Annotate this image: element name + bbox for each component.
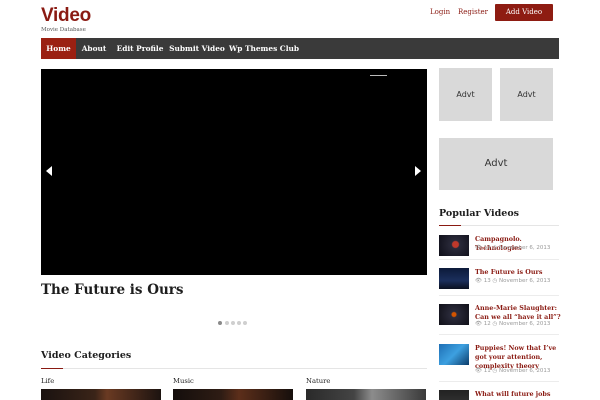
video-date: November 6, 2013 [499, 368, 551, 374]
video-thumbnail[interactable] [439, 304, 469, 325]
advertisement-small[interactable]: Advt [439, 68, 492, 121]
popular-video-title[interactable]: Puppies! Now that I’ve got your attentio… [475, 344, 561, 371]
item-divider [439, 295, 559, 296]
slider-dot[interactable] [243, 321, 247, 325]
clock-icon: ◷ [492, 368, 498, 374]
slide-title[interactable]: The Future is Ours [41, 282, 183, 298]
video-meta: 👁 11 ◷ November 6, 2013 [475, 368, 550, 374]
slider-dot[interactable] [231, 321, 235, 325]
video-meta: 👁 13 ◷ November 6, 2013 [475, 278, 550, 284]
slider-dot[interactable] [218, 321, 222, 325]
popular-videos-heading: Popular Videos [439, 208, 520, 219]
view-count: 14 [483, 245, 491, 251]
clock-icon: ◷ [492, 278, 498, 284]
video-thumbnail[interactable] [439, 390, 469, 400]
view-count: 11 [483, 368, 491, 374]
video-date: November 6, 2013 [499, 278, 551, 284]
add-video-button[interactable]: Add Video [495, 4, 553, 21]
featured-video-slider[interactable] [41, 69, 427, 275]
category-thumbnail-music[interactable] [173, 389, 293, 400]
eye-icon: 👁 [475, 278, 482, 284]
item-divider [439, 259, 559, 260]
section-divider [41, 368, 427, 369]
video-thumbnail[interactable] [439, 268, 469, 289]
slider-dot[interactable] [225, 321, 229, 325]
eye-icon: 👁 [475, 321, 482, 327]
nav-item-submit-video[interactable]: Submit Video [168, 38, 226, 59]
register-link[interactable]: Register [458, 8, 488, 16]
chevron-left-icon[interactable] [44, 162, 54, 176]
slider-indicator [370, 75, 387, 76]
video-thumbnail[interactable] [439, 344, 469, 365]
login-link[interactable]: Login [430, 8, 450, 16]
advertisement-large[interactable]: Advt [439, 138, 553, 190]
nav-item-about[interactable]: About [76, 38, 112, 59]
item-divider [439, 381, 559, 382]
popular-video-item: Anne-Marie Slaughter: Can we all “have i… [439, 304, 561, 332]
eye-icon: 👁 [475, 368, 482, 374]
nav-item-wp-themes-club[interactable]: Wp Themes Club [228, 38, 300, 59]
popular-video-title[interactable]: The Future is Ours [475, 268, 561, 277]
clock-icon: ◷ [492, 245, 498, 251]
main-nav: Home About Edit Profile Submit Video Wp … [41, 38, 559, 59]
video-date: November 6, 2013 [499, 245, 551, 251]
category-label-nature[interactable]: Nature [306, 377, 330, 385]
category-thumbnail-nature[interactable] [306, 389, 426, 400]
popular-video-item: What will future jobs look like? [439, 390, 559, 400]
view-count: 12 [483, 321, 491, 327]
category-label-music[interactable]: Music [173, 377, 194, 385]
item-divider [439, 334, 559, 335]
logo-title: Video [41, 5, 91, 26]
nav-item-edit-profile[interactable]: Edit Profile [113, 38, 167, 59]
video-thumbnail[interactable] [439, 235, 469, 256]
video-meta: 👁 14 ◷ November 6, 2013 [475, 245, 550, 251]
popular-video-item: The Future is Ours 👁 13 ◷ November 6, 20… [439, 268, 559, 293]
video-date: November 6, 2013 [499, 321, 551, 327]
site-logo[interactable]: Video Movie Database [41, 5, 91, 34]
clock-icon: ◷ [492, 321, 498, 327]
popular-video-item: Campagnolo. Technologies 👁 14 ◷ November… [439, 235, 559, 260]
section-divider [439, 225, 559, 226]
advertisement-small[interactable]: Advt [500, 68, 553, 121]
view-count: 13 [483, 278, 491, 284]
video-meta: 👁 12 ◷ November 6, 2013 [475, 321, 550, 327]
categories-heading: Video Categories [41, 350, 132, 361]
eye-icon: 👁 [475, 245, 482, 251]
logo-subtitle: Movie Database [41, 27, 86, 33]
popular-video-title[interactable]: Anne-Marie Slaughter: Can we all “have i… [475, 304, 561, 322]
chevron-right-icon[interactable] [413, 162, 423, 176]
popular-video-item: Puppies! Now that I’ve got your attentio… [439, 344, 559, 378]
category-label-life[interactable]: Life [41, 377, 54, 385]
popular-video-title[interactable]: What will future jobs look like? [475, 390, 561, 400]
slider-dot[interactable] [237, 321, 241, 325]
category-thumbnail-life[interactable] [41, 389, 161, 400]
nav-item-home[interactable]: Home [41, 38, 76, 59]
